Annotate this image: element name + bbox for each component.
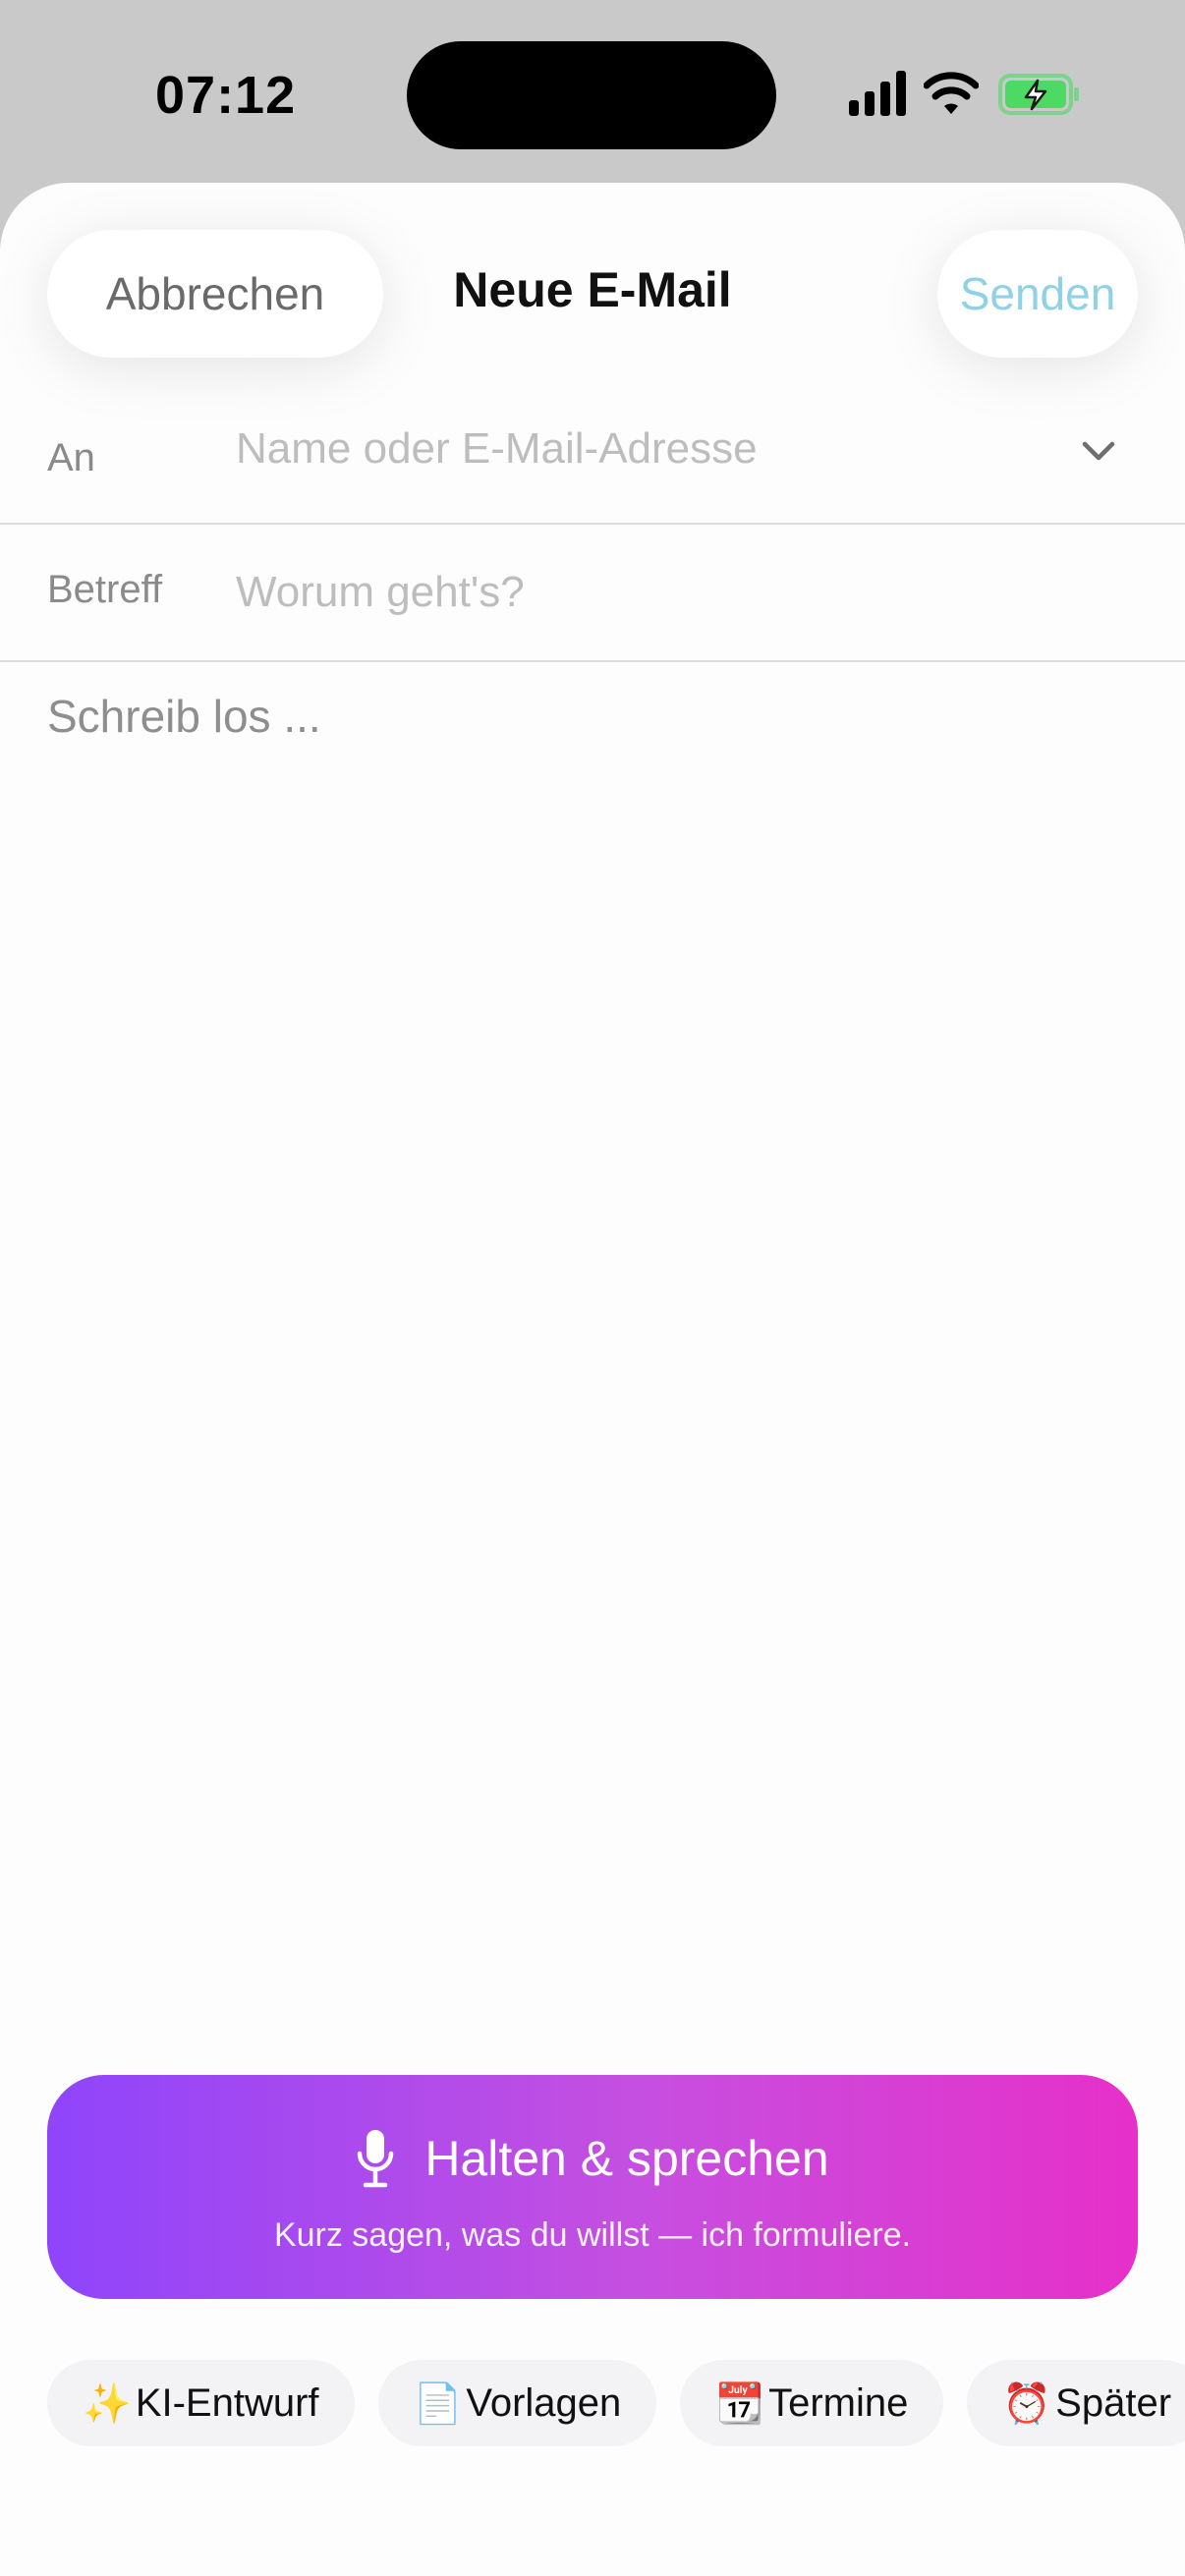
cellular-signal-icon (849, 71, 906, 116)
status-time: 07:12 (155, 66, 297, 125)
to-row: An (0, 391, 1185, 525)
calendar-icon: 📆 (715, 2380, 765, 2427)
voice-button-title: Halten & sprechen (424, 2131, 829, 2186)
subject-label: Betreff (47, 568, 163, 611)
battery-charging-icon (998, 74, 1079, 115)
chip-schedule-later[interactable]: ⏰ Später (967, 2360, 1185, 2446)
chevron-down-icon[interactable] (1077, 434, 1120, 470)
send-button[interactable]: Senden (937, 230, 1138, 358)
to-label: An (47, 436, 95, 479)
voice-button-subtitle: Kurz sagen, was du willst — ich formulie… (273, 2216, 912, 2254)
chip-label: Später (1055, 2380, 1172, 2425)
microphone-icon (358, 2130, 394, 2188)
hold-to-speak-button[interactable]: Halten & sprechen Kurz sagen, was du wil… (47, 2075, 1138, 2299)
sparkles-icon: ✨ (83, 2380, 132, 2427)
voice-button-header: Halten & sprechen (47, 2128, 1138, 2189)
quick-action-chips: ✨ KI-Entwurf 📄 Vorlagen 📆 Termine ⏰ Spät… (47, 2360, 1185, 2448)
document-icon: 📄 (413, 2380, 463, 2427)
alarm-clock-icon: ⏰ (1002, 2380, 1052, 2427)
compose-sheet: Abbrechen Neue E-Mail Senden An Betreff … (0, 183, 1185, 2576)
body-textarea[interactable] (47, 690, 1138, 2163)
dynamic-island (407, 41, 776, 149)
chip-label: KI-Entwurf (135, 2380, 319, 2425)
subject-row: Betreff (0, 525, 1185, 662)
chip-templates[interactable]: 📄 Vorlagen (377, 2360, 657, 2446)
chip-label: Termine (768, 2380, 909, 2425)
recipient-input[interactable] (236, 415, 1022, 483)
subject-input[interactable] (236, 558, 1022, 627)
chip-appointments[interactable]: 📆 Termine (680, 2360, 944, 2446)
chip-ai-draft[interactable]: ✨ KI-Entwurf (47, 2360, 355, 2446)
chip-label: Vorlagen (466, 2380, 622, 2425)
status-bar: 07:12 (0, 0, 1185, 187)
wifi-icon (924, 72, 979, 114)
